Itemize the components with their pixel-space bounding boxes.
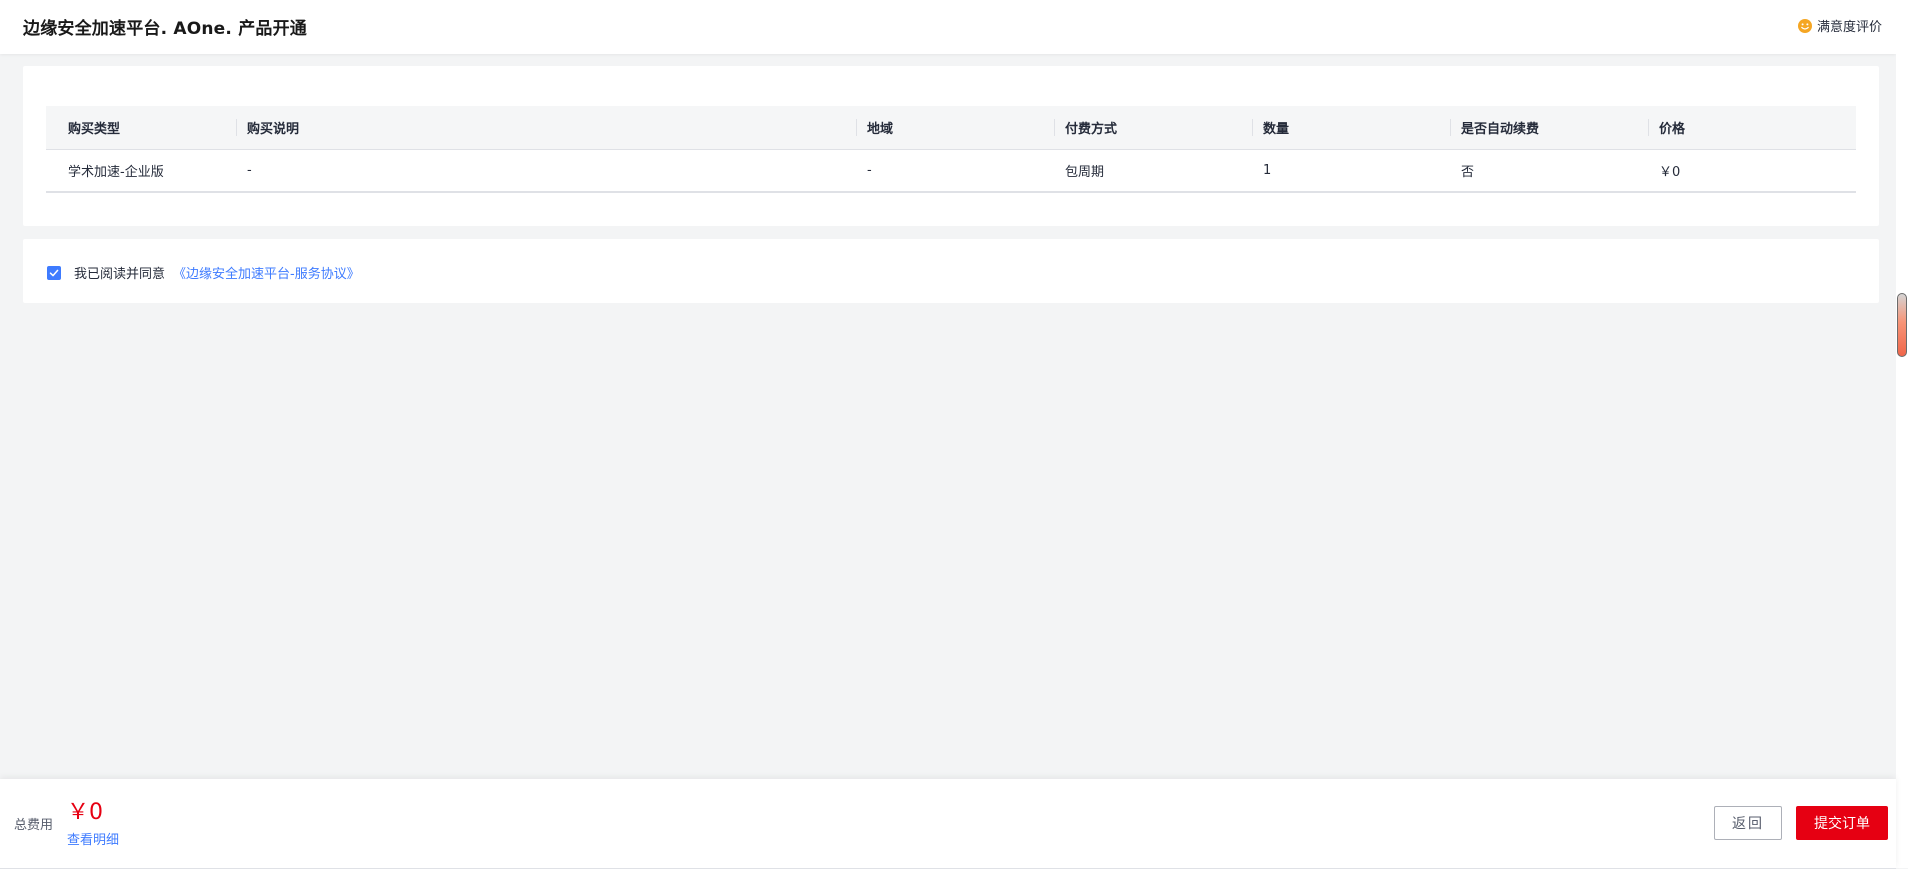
agreement-text: 我已阅读并同意 — [74, 267, 166, 282]
smile-icon — [1797, 18, 1813, 34]
page-scrollbar[interactable] — [1896, 0, 1908, 868]
page-header: 边缘安全加速平台. AOne. 产品开通 满意度评价 — [0, 0, 1896, 54]
cell-region: - — [867, 162, 872, 178]
total-cost-label: 总费用 — [14, 818, 54, 833]
submit-order-button[interactable]: 提交订单 — [1796, 806, 1888, 840]
total-cost-amount: ￥0 — [67, 800, 103, 825]
column-header-type: 购买类型 — [68, 121, 121, 137]
cell-quantity: 1 — [1263, 162, 1272, 178]
order-summary-card: 购买类型 购买说明 地域 付费方式 数量 是否自动续费 价格 学术加速-企业版 … — [23, 66, 1879, 226]
feedback-label[interactable]: 满意度评价 — [1817, 16, 1882, 35]
cell-price: ￥0 — [1659, 164, 1681, 180]
page-title: 边缘安全加速平台. AOne. 产品开通 — [23, 19, 307, 39]
agreement-row: 我已阅读并同意 《边缘安全加速平台-服务协议》 — [47, 263, 360, 282]
cell-payment: 包周期 — [1065, 164, 1105, 180]
agreement-card: 我已阅读并同意 《边缘安全加速平台-服务协议》 — [23, 239, 1879, 303]
scrollbar-thumb[interactable] — [1897, 293, 1907, 357]
table-row: 学术加速-企业版 - - 包周期 1 否 ￥0 — [46, 149, 1856, 192]
table-header-row: 购买类型 购买说明 地域 付费方式 数量 是否自动续费 价格 — [46, 106, 1856, 149]
column-header-price: 价格 — [1648, 106, 1856, 149]
feedback-link[interactable]: 满意度评价 — [1797, 16, 1882, 35]
check-icon — [49, 269, 59, 276]
back-button[interactable]: 返回 — [1714, 806, 1782, 840]
agreement-checkbox[interactable] — [47, 265, 61, 280]
column-header-quantity: 数量 — [1252, 106, 1450, 149]
cell-auto-renew: 否 — [1461, 164, 1475, 180]
bottom-action-bar: 总费用 ￥0 查看明细 返回 提交订单 — [0, 779, 1896, 869]
service-agreement-link[interactable]: 《边缘安全加速平台-服务协议》 — [173, 263, 360, 282]
column-header-region: 地域 — [856, 106, 1054, 149]
column-header-description: 购买说明 — [236, 106, 856, 149]
column-header-payment: 付费方式 — [1054, 106, 1252, 149]
column-header-auto-renew: 是否自动续费 — [1450, 106, 1648, 149]
order-table: 购买类型 购买说明 地域 付费方式 数量 是否自动续费 价格 学术加速-企业版 … — [46, 106, 1856, 193]
cell-type: 学术加速-企业版 — [68, 164, 164, 180]
cell-description: - — [247, 162, 252, 178]
view-details-link[interactable]: 查看明细 — [67, 829, 119, 848]
